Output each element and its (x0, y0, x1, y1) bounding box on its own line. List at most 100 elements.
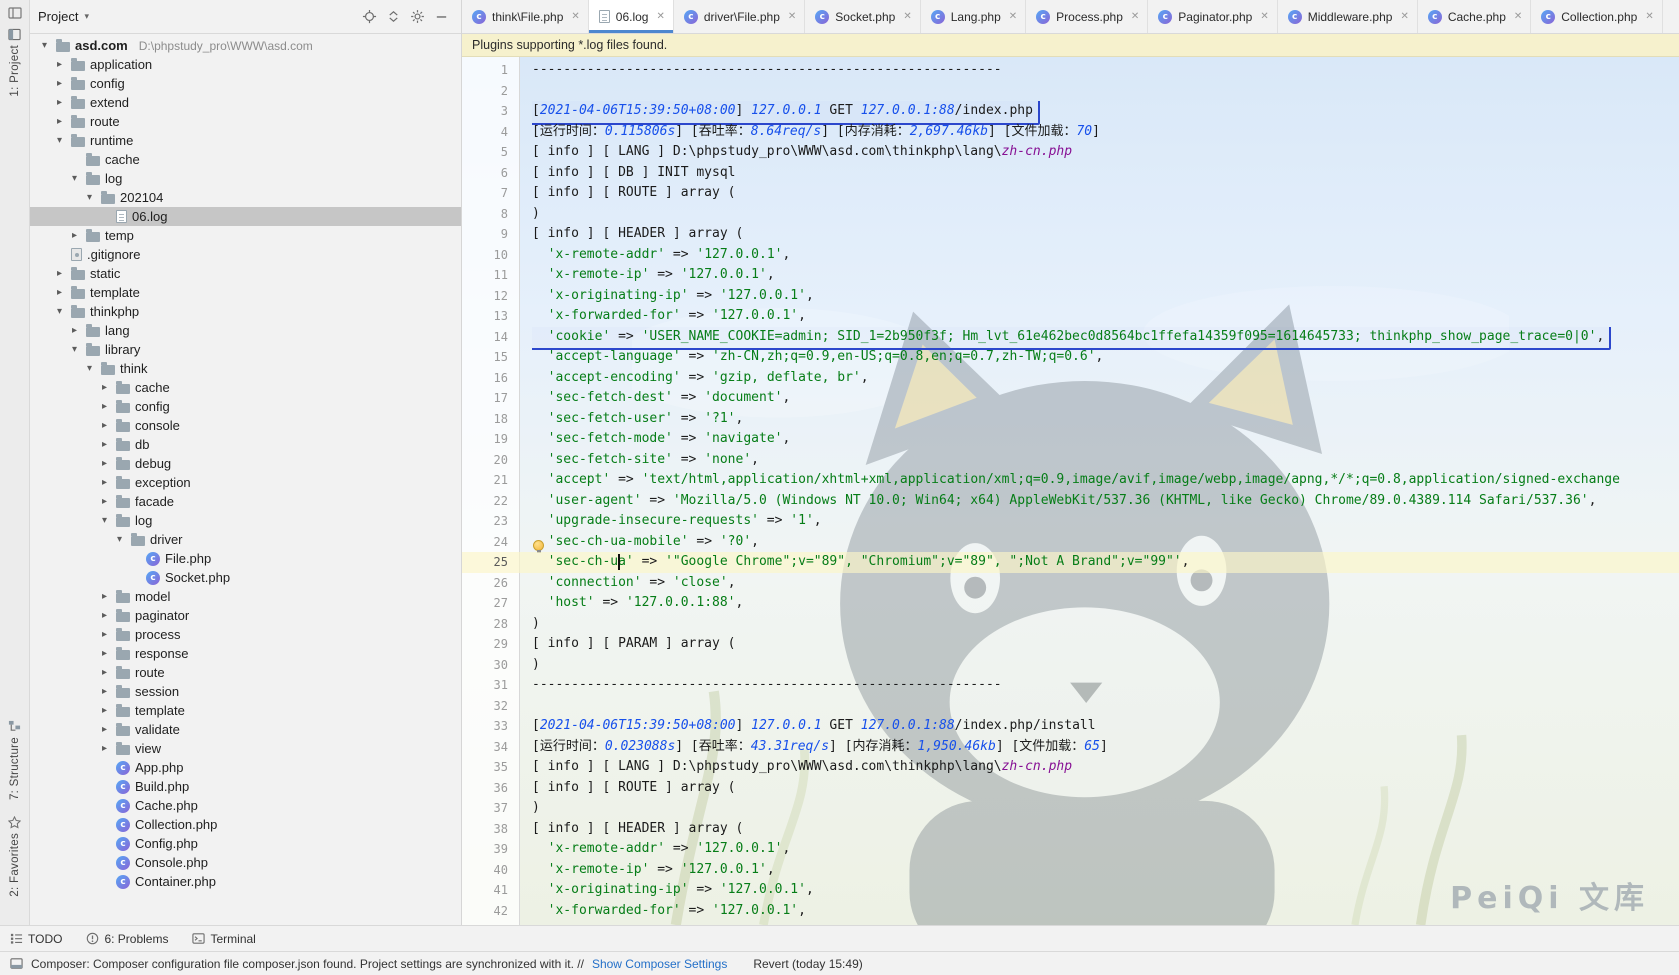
close-icon[interactable]: ✕ (1009, 11, 1017, 22)
tree-item[interactable]: ▸process (30, 625, 461, 644)
toolwindow-button-terminal[interactable]: Terminal (192, 932, 255, 946)
line-text[interactable]: 'sec-fetch-user' => '?1', (532, 409, 1679, 430)
log-content[interactable]: 1---------------------------------------… (462, 57, 1679, 925)
tree-item[interactable]: ▸console (30, 416, 461, 435)
close-icon[interactable]: ✕ (656, 11, 664, 22)
tree-collapsed-icon[interactable]: ▸ (98, 420, 111, 431)
tree-collapsed-icon[interactable]: ▸ (98, 724, 111, 735)
tree-item[interactable]: ▸model (30, 587, 461, 606)
line-text[interactable]: 'x-remote-ip' => '127.0.0.1', (532, 265, 1679, 286)
tree-item[interactable]: cache (30, 150, 461, 169)
close-icon[interactable]: ✕ (788, 11, 796, 22)
tree-collapsed-icon[interactable]: ▸ (53, 78, 66, 89)
project-tree[interactable]: ▾asd.comD:\phpstudy_pro\WWW\asd.com▸appl… (30, 34, 461, 925)
tree-item[interactable]: ▸static (30, 264, 461, 283)
tree-item[interactable]: ▸template (30, 701, 461, 720)
tree-collapsed-icon[interactable]: ▸ (98, 458, 111, 469)
tree-item[interactable]: ▸view (30, 739, 461, 758)
line-text[interactable]: 'x-remote-addr' => '127.0.0.1', (532, 839, 1679, 860)
tree-expanded-icon[interactable]: ▾ (38, 40, 51, 51)
tree-collapsed-icon[interactable]: ▸ (98, 648, 111, 659)
window-menu-icon[interactable] (8, 6, 22, 20)
tree-item[interactable]: ▸route (30, 663, 461, 682)
tree-item[interactable]: ▸cache (30, 378, 461, 397)
close-icon[interactable]: ✕ (1400, 11, 1408, 22)
tool-stripe-button[interactable]: 7: Structure (8, 720, 21, 800)
intention-bulb-icon[interactable] (533, 540, 544, 551)
toolwindow-button-6-problems[interactable]: 6: Problems (86, 932, 168, 946)
tree-item[interactable]: ▸response (30, 644, 461, 663)
tree-collapsed-icon[interactable]: ▸ (53, 287, 66, 298)
locate-button[interactable] (357, 5, 381, 29)
tree-item[interactable]: ▸validate (30, 720, 461, 739)
tree-item[interactable]: ▾driver (30, 530, 461, 549)
tree-item[interactable]: ▾202104 (30, 188, 461, 207)
tree-item[interactable]: ▸facade (30, 492, 461, 511)
tree-item[interactable]: ▾think (30, 359, 461, 378)
line-text[interactable]: [2021-04-06T15:39:50+08:00] 127.0.0.1 GE… (532, 716, 1679, 737)
line-text[interactable]: 'x-remote-addr' => '127.0.0.1', (532, 245, 1679, 266)
tree-collapsed-icon[interactable]: ▸ (53, 116, 66, 127)
tree-item[interactable]: ▸template (30, 283, 461, 302)
line-text[interactable]: [ info ] [ PARAM ] array ( (532, 634, 1679, 655)
line-text[interactable]: [运行时间：0.023088s] [吞吐率：43.31req/s] [内存消耗：… (532, 737, 1679, 758)
line-text[interactable]: [ info ] [ HEADER ] array ( (532, 819, 1679, 840)
close-icon[interactable]: ✕ (1260, 11, 1268, 22)
tree-item[interactable]: ▸lang (30, 321, 461, 340)
tree-item[interactable]: ▸session (30, 682, 461, 701)
line-text[interactable]: [ info ] [ ROUTE ] array ( (532, 778, 1679, 799)
tree-item[interactable]: cCache.php (30, 796, 461, 815)
line-text[interactable]: 'accept-encoding' => 'gzip, deflate, br'… (532, 368, 1679, 389)
tree-collapsed-icon[interactable]: ▸ (98, 439, 111, 450)
editor-tab[interactable]: cMiddleware.php✕ (1278, 0, 1418, 33)
tree-item[interactable]: 06.log (30, 207, 461, 226)
line-text[interactable]: 'accept-language' => 'zh-CN,zh;q=0.9,en-… (532, 347, 1679, 368)
tree-item[interactable]: cConsole.php (30, 853, 461, 872)
line-text[interactable]: 'accept' => 'text/html,application/xhtml… (532, 470, 1679, 491)
tree-collapsed-icon[interactable]: ▸ (68, 230, 81, 241)
tree-collapsed-icon[interactable]: ▸ (98, 667, 111, 678)
tree-item[interactable]: cBuild.php (30, 777, 461, 796)
tree-item[interactable]: ▸paginator (30, 606, 461, 625)
tree-item[interactable]: ▾runtime (30, 131, 461, 150)
line-text[interactable]: ) (532, 655, 1679, 676)
tree-item[interactable]: cConfig.php (30, 834, 461, 853)
tree-collapsed-icon[interactable]: ▸ (53, 268, 66, 279)
line-text[interactable]: [ info ] [ ROUTE ] array ( (532, 183, 1679, 204)
line-text[interactable]: ----------------------------------------… (532, 675, 1679, 696)
line-text[interactable]: ) (532, 798, 1679, 819)
tree-collapsed-icon[interactable]: ▸ (98, 591, 111, 602)
tree-collapsed-icon[interactable]: ▸ (53, 97, 66, 108)
chevron-down-icon[interactable]: ▾ (84, 11, 89, 22)
close-icon[interactable]: ✕ (571, 11, 579, 22)
tree-item[interactable]: ▸db (30, 435, 461, 454)
line-text[interactable]: ) (532, 204, 1679, 225)
tree-item[interactable]: ▾library (30, 340, 461, 359)
line-text[interactable]: [ info ] [ HEADER ] array ( (532, 224, 1679, 245)
tree-expanded-icon[interactable]: ▾ (83, 363, 96, 374)
line-text[interactable]: 'sec-fetch-site' => 'none', (532, 450, 1679, 471)
line-text[interactable]: 'upgrade-insecure-requests' => '1', (532, 511, 1679, 532)
tree-item[interactable]: .gitignore (30, 245, 461, 264)
line-text[interactable]: 'x-originating-ip' => '127.0.0.1', (532, 286, 1679, 307)
tree-collapsed-icon[interactable]: ▸ (98, 686, 111, 697)
close-icon[interactable]: ✕ (1514, 11, 1522, 22)
line-text[interactable]: 'x-remote-ip' => '127.0.0.1', (532, 860, 1679, 881)
line-text[interactable]: 'user-agent' => 'Mozilla/5.0 (Windows NT… (532, 491, 1679, 512)
line-text[interactable]: 'sec-ch-ua-mobile' => '?0', (532, 532, 1679, 553)
tree-collapsed-icon[interactable]: ▸ (98, 382, 111, 393)
line-text[interactable]: 'sec-ch-ua' => '"Google Chrome";v="89", … (532, 552, 1679, 573)
settings-button[interactable] (405, 5, 429, 29)
toolwindow-button-todo[interactable]: TODO (10, 932, 62, 946)
composer-settings-link[interactable]: Show Composer Settings (592, 957, 727, 971)
toolwindow-toggle-icon[interactable] (10, 957, 23, 970)
tree-item[interactable]: ▸config (30, 397, 461, 416)
revert-link[interactable]: Revert (today 15:49) (753, 957, 862, 971)
tree-expanded-icon[interactable]: ▾ (53, 306, 66, 317)
tool-stripe-button[interactable]: 1: Project (8, 28, 21, 97)
tree-item[interactable]: ▸exception (30, 473, 461, 492)
tree-item[interactable]: ▾log (30, 169, 461, 188)
tree-expanded-icon[interactable]: ▾ (83, 192, 96, 203)
line-text[interactable]: [ info ] [ LANG ] D:\phpstudy_pro\WWW\as… (532, 142, 1679, 163)
tree-collapsed-icon[interactable]: ▸ (53, 59, 66, 70)
